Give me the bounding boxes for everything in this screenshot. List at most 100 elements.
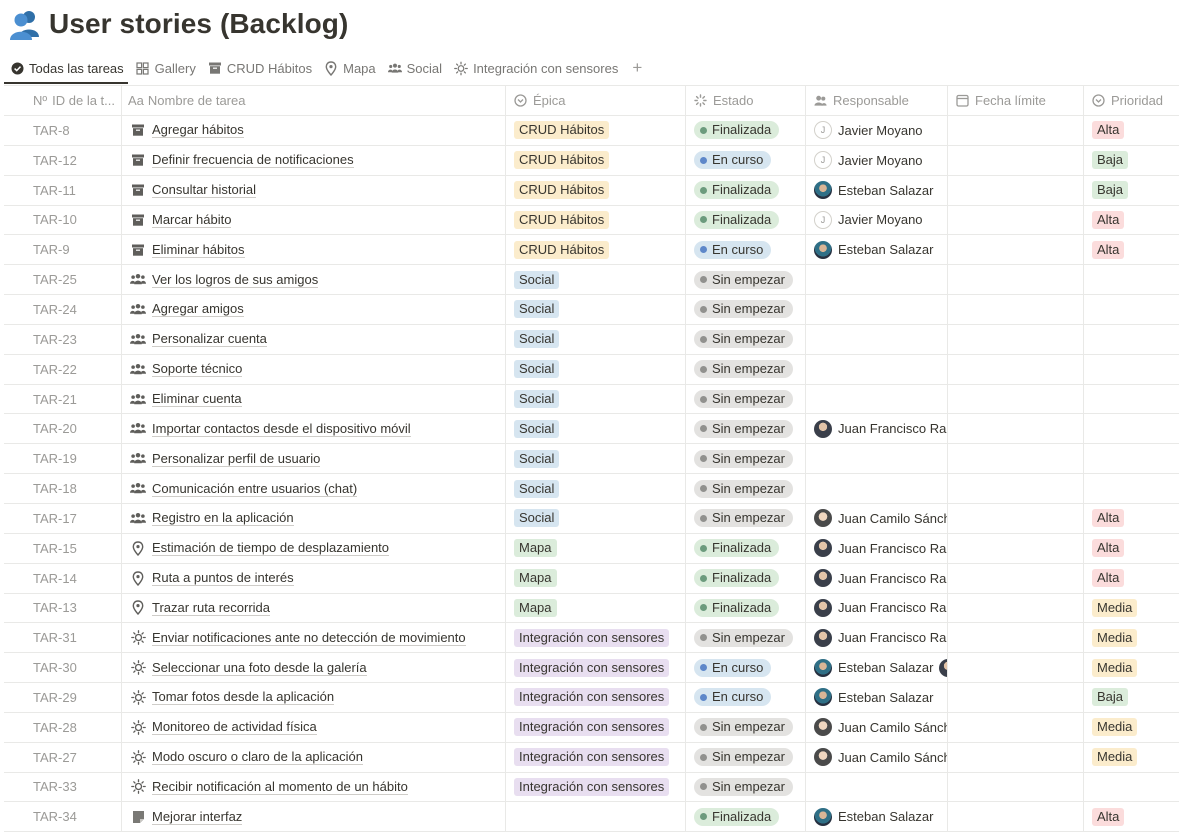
task-name[interactable]: Importar contactos desde el dispositivo …	[152, 421, 411, 437]
responsable-cell[interactable]: J Javier Moyano	[806, 205, 948, 235]
task-name[interactable]: Recibir notificación al momento de un há…	[152, 779, 408, 795]
responsable-cell[interactable]: Juan Francisco Rami	[806, 533, 948, 563]
responsable-cell[interactable]: Esteban Salazar	[806, 683, 948, 712]
estado-cell[interactable]: Sin empezar	[686, 384, 806, 414]
table-row[interactable]: TAR-31 Enviar notificaciones ante no dete…	[4, 623, 1179, 654]
responsable-cell[interactable]	[806, 324, 948, 354]
prioridad-cell[interactable]: Media	[1084, 743, 1176, 772]
fecha-cell[interactable]	[948, 145, 1084, 175]
task-name-cell[interactable]: Modo oscuro o claro de la aplicación	[122, 742, 506, 772]
responsable-cell[interactable]: Juan Camilo Sánche	[806, 742, 948, 772]
prioridad-cell[interactable]	[1084, 444, 1176, 473]
task-name-cell[interactable]: Mejorar interfaz	[122, 802, 506, 832]
epic-cell[interactable]: Social	[506, 503, 686, 533]
responsable-cell[interactable]: J Javier Moyano	[806, 116, 948, 145]
fecha-cell[interactable]	[948, 593, 1084, 623]
table-row[interactable]: TAR-23 Personalizar cuenta Social Sin empez…	[4, 324, 1179, 355]
table-row[interactable]: TAR-19 Personalizar perfil de usuario Soci…	[4, 444, 1179, 475]
responsable-cell[interactable]	[806, 265, 948, 295]
prioridad-cell[interactable]	[1084, 325, 1176, 354]
add-view-button[interactable]: +	[624, 54, 650, 82]
task-name-cell[interactable]: Comunicación entre usuarios (chat)	[122, 474, 506, 503]
task-name[interactable]: Agregar amigos	[152, 301, 244, 318]
epic-cell[interactable]: CRUD Hábitos	[506, 235, 686, 265]
prioridad-cell[interactable]	[1084, 355, 1176, 384]
task-id-cell[interactable]: TAR-21	[4, 384, 122, 414]
estado-cell[interactable]: Sin empezar	[686, 354, 806, 384]
table-row[interactable]: TAR-17 Registro en la aplicación Social Sin…	[4, 503, 1179, 534]
table-row[interactable]: TAR-30 Seleccionar una foto desde la gale…	[4, 653, 1179, 684]
task-id-cell[interactable]: TAR-31	[4, 623, 122, 653]
responsable-cell[interactable]: Juan Francisco Rami	[806, 563, 948, 593]
table-row[interactable]: TAR-34 Mejorar interfaz Finalizada Esteban …	[4, 802, 1179, 832]
table-row[interactable]: TAR-20 Importar contactos desde el dispos…	[4, 414, 1179, 445]
task-id-cell[interactable]: TAR-14	[4, 563, 122, 593]
task-id-cell[interactable]: TAR-12	[4, 145, 122, 175]
table-row[interactable]: TAR-12 Definir frecuencia de notificacion…	[4, 145, 1179, 176]
task-name-cell[interactable]: Consultar historial	[122, 175, 506, 205]
task-name[interactable]: Tomar fotos desde la aplicación	[152, 689, 335, 706]
task-name[interactable]: Enviar notificaciones ante no detección …	[152, 630, 466, 646]
estado-cell[interactable]: Sin empezar	[686, 742, 806, 772]
task-name-cell[interactable]: Personalizar cuenta	[122, 324, 506, 354]
task-name-cell[interactable]: Soporte técnico	[122, 354, 506, 384]
responsable-cell[interactable]: Juan Camilo Sánche	[806, 503, 948, 533]
estado-cell[interactable]: Finalizada	[686, 802, 806, 832]
task-id-cell[interactable]: TAR-17	[4, 503, 122, 533]
table-row[interactable]: TAR-29 Tomar fotos desde la aplicación Int…	[4, 683, 1179, 713]
epic-cell[interactable]: Social	[506, 265, 686, 295]
task-name[interactable]: Agregar hábitos	[152, 122, 244, 139]
column-header-name[interactable]: Aa Nombre de tarea	[122, 86, 506, 115]
column-header-fecha[interactable]: Fecha límite	[948, 86, 1084, 115]
task-id-cell[interactable]: TAR-34	[4, 802, 122, 832]
estado-cell[interactable]: Finalizada	[686, 116, 806, 145]
fecha-cell[interactable]	[948, 533, 1084, 563]
task-name-cell[interactable]: Importar contactos desde el dispositivo …	[122, 414, 506, 444]
task-id-cell[interactable]: TAR-23	[4, 324, 122, 354]
table-row[interactable]: TAR-13 Trazar ruta recorrida Mapa Finalizad…	[4, 593, 1179, 624]
column-header-prioridad[interactable]: Prioridad	[1084, 86, 1176, 115]
table-row[interactable]: TAR-10 Marcar hábito CRUD Hábitos Finalizad…	[4, 205, 1179, 236]
epic-cell[interactable]: Mapa	[506, 533, 686, 563]
fecha-cell[interactable]	[948, 235, 1084, 265]
task-name-cell[interactable]: Ver los logros de sus amigos	[122, 265, 506, 295]
fecha-cell[interactable]	[948, 414, 1084, 444]
epic-cell[interactable]: Integración con sensores	[506, 712, 686, 742]
fecha-cell[interactable]	[948, 712, 1084, 742]
task-name[interactable]: Modo oscuro o claro de la aplicación	[152, 749, 364, 766]
task-id-cell[interactable]: TAR-19	[4, 444, 122, 474]
epic-cell[interactable]: Integración con sensores	[506, 623, 686, 653]
table-row[interactable]: TAR-21 Eliminar cuenta Social Sin empezar	[4, 384, 1179, 415]
people-icon[interactable]	[8, 7, 42, 41]
estado-cell[interactable]: Finalizada	[686, 593, 806, 623]
responsable-cell[interactable]: Esteban Salazar	[806, 653, 948, 683]
task-name[interactable]: Consultar historial	[152, 182, 257, 199]
estado-cell[interactable]: Sin empezar	[686, 772, 806, 802]
task-name-cell[interactable]: Registro en la aplicación	[122, 503, 506, 533]
epic-cell[interactable]: Social	[506, 295, 686, 324]
task-name-cell[interactable]: Agregar hábitos	[122, 116, 506, 145]
tab-todas-las-tareas[interactable]: Todas las tareas	[4, 54, 130, 82]
epic-cell[interactable]: Integración con sensores	[506, 772, 686, 802]
table-row[interactable]: TAR-25 Ver los logros de sus amigos Social…	[4, 265, 1179, 296]
fecha-cell[interactable]	[948, 653, 1084, 683]
task-name[interactable]: Definir frecuencia de notificaciones	[152, 152, 354, 169]
fecha-cell[interactable]	[948, 503, 1084, 533]
estado-cell[interactable]: Finalizada	[686, 533, 806, 563]
task-name-cell[interactable]: Tomar fotos desde la aplicación	[122, 683, 506, 712]
epic-cell[interactable]: Mapa	[506, 563, 686, 593]
column-header-epic[interactable]: Épica	[506, 86, 686, 115]
prioridad-cell[interactable]: Alta	[1084, 564, 1176, 593]
responsable-cell[interactable]: Esteban Salazar	[806, 235, 948, 265]
estado-cell[interactable]: En curso	[686, 145, 806, 175]
fecha-cell[interactable]	[948, 772, 1084, 802]
prioridad-cell[interactable]	[1084, 385, 1176, 414]
fecha-cell[interactable]	[948, 474, 1084, 503]
task-id-cell[interactable]: TAR-29	[4, 683, 122, 712]
estado-cell[interactable]: Sin empezar	[686, 295, 806, 324]
task-name[interactable]: Mejorar interfaz	[152, 809, 243, 825]
estado-cell[interactable]: Finalizada	[686, 175, 806, 205]
tab-crud-hábitos[interactable]: CRUD Hábitos	[202, 54, 318, 82]
task-name-cell[interactable]: Recibir notificación al momento de un há…	[122, 772, 506, 802]
task-id-cell[interactable]: TAR-15	[4, 533, 122, 563]
